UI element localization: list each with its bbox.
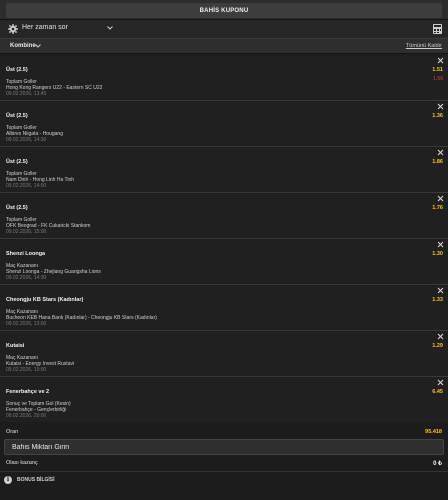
close-icon[interactable] (437, 57, 444, 64)
chevron-down-icon[interactable] (34, 42, 42, 50)
bet-date: 09.02.2026, 14:00 (6, 183, 47, 189)
bet-item: Cheongju KB Stars (Kadınlar) 1.33 Maç Ka… (0, 286, 448, 331)
bet-item: Shenzi Loonga 1.30 Maç Kazananı Shenzi L… (0, 240, 448, 285)
bet-item: Fenerbahçe ve 2 6.45 Sonuç ve Toplam Gol… (0, 378, 448, 423)
potential-gain-value: 0 ₺ (433, 461, 442, 467)
odds-change-select[interactable]: Her zaman sor (22, 24, 68, 31)
bet-slip-header: BAHİS KUPONU (0, 0, 448, 20)
bet-selection: Fenerbahçe ve 2 (6, 389, 50, 395)
bet-date: 09.02.2026, 20:00 (6, 413, 47, 419)
bet-odd: 1.30 (432, 251, 443, 257)
bet-odd: 6.45 (432, 389, 443, 395)
bet-type-select[interactable]: Kombine (10, 43, 36, 49)
bet-selection: Kutaisi (6, 343, 25, 349)
close-icon[interactable] (437, 149, 444, 156)
bet-odd: 1.33 (432, 297, 443, 303)
bet-odd: 1.86 (432, 159, 443, 165)
close-icon[interactable] (437, 241, 444, 248)
bet-summary: Oran 95.418 Olası kazanç 0 ₺ i BONUS BİL… (0, 422, 448, 500)
bet-item: Üst (2.5) 1.76 Toplam Goller OFK Beograd… (0, 194, 448, 239)
bet-selection: Üst (2.5) (6, 159, 28, 165)
close-icon[interactable] (437, 103, 444, 110)
close-icon[interactable] (437, 287, 444, 294)
bet-item: Üst (2.5) 1.36 Toplam Goller Albirex Nii… (0, 102, 448, 147)
calculator-icon[interactable] (433, 24, 442, 34)
bet-odd: 1.29 (432, 343, 443, 349)
bet-old-odd: 1.56 (433, 76, 443, 82)
bonus-info-button[interactable]: i BONUS BİLGİSİ (4, 475, 55, 485)
bet-date: 09.02.2026, 14:30 (6, 275, 47, 281)
total-odds-value: 95.418 (425, 429, 442, 435)
bet-slip-title: BAHİS KUPONU (199, 7, 249, 14)
bet-selection: Üst (2.5) (6, 113, 28, 119)
bet-date: 09.02.2026, 13:00 (6, 321, 47, 327)
chevron-down-icon[interactable] (106, 24, 114, 32)
bet-item: Üst (2.5) 1.51 1.56 Toplam Goller Hong K… (0, 56, 448, 101)
gear-icon[interactable] (8, 24, 18, 34)
bet-item: Kutaisi 1.29 Maç Kazananı Kutaisi - Ener… (0, 332, 448, 377)
bonus-info-label: BONUS BİLGİSİ (17, 477, 55, 483)
bet-date: 09.02.2026, 15:00 (6, 229, 47, 235)
bet-selection: Üst (2.5) (6, 67, 28, 73)
bet-selection: Üst (2.5) (6, 205, 28, 211)
close-icon[interactable] (437, 195, 444, 202)
close-icon[interactable] (437, 333, 444, 340)
bet-slip-title-box[interactable]: BAHİS KUPONU (6, 3, 442, 18)
divider (0, 471, 448, 472)
bet-item: Üst (2.5) 1.86 Toplam Goller Nam Dinh - … (0, 148, 448, 193)
bet-odd: 1.51 (432, 67, 443, 73)
potential-gain-label: Olası kazanç (6, 460, 38, 466)
total-odds-label: Oran (6, 429, 19, 435)
odds-change-filter[interactable]: Her zaman sor (0, 20, 448, 38)
remove-all-link[interactable]: Tümünü Kaldır (406, 43, 442, 49)
bet-date: 09.02.2026, 15:00 (6, 367, 47, 373)
bet-date: 09.02.2026, 14:30 (6, 137, 47, 143)
bet-odd: 1.76 (432, 205, 443, 211)
info-icon[interactable]: i (4, 476, 12, 484)
bet-type-row: Kombine Tümünü Kaldır (0, 38, 448, 54)
stake-input[interactable] (5, 440, 443, 454)
bet-odd: 1.36 (432, 113, 443, 119)
bet-selection: Shenzi Loonga (6, 251, 46, 257)
bet-selection: Cheongju KB Stars (Kadınlar) (6, 297, 84, 303)
close-icon[interactable] (437, 379, 444, 386)
bet-date: 09.02.2026, 13:45 (6, 91, 47, 97)
stake-field[interactable] (4, 439, 444, 455)
